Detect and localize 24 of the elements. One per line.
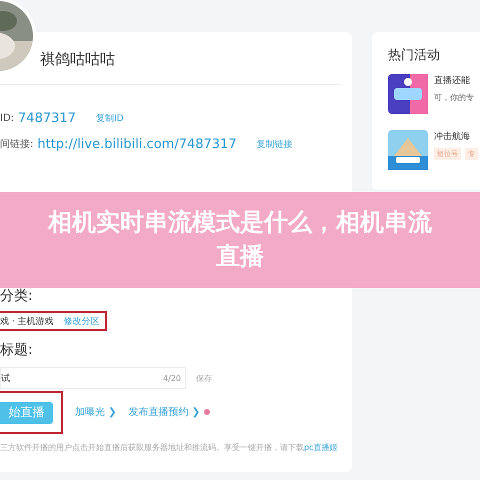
field-value: 7487317 [18, 110, 76, 126]
download-link[interactable]: pc直播姬 [304, 442, 338, 452]
copy-link[interactable]: 复制ID [96, 112, 124, 124]
field-label: 间链接: [0, 138, 34, 151]
panel-title: 热门活动 [388, 47, 441, 64]
notification-dot [204, 409, 210, 416]
field-value: http://live.bilibili.com/7487317 [37, 136, 237, 152]
action-link[interactable]: 加曝光 ❯ [75, 405, 117, 420]
user-name: 祺鸽咕咕咕 [40, 50, 116, 70]
copy-link[interactable]: 复制链接 [256, 138, 293, 150]
footnote: 三方软件开播的用户点击开始直播后获取服务器地址和推流码。享受一键开播，请下载pc直播姬 [0, 442, 338, 452]
activity-title[interactable]: 冲击航海 [434, 130, 478, 143]
section-label: 标题: [0, 341, 34, 360]
category-value: 戏 · 主机游戏 [0, 316, 54, 328]
save-link[interactable]: 保存 [196, 372, 212, 384]
title-field[interactable]: 试 4/20 [0, 367, 186, 389]
section-label: 分类: [0, 287, 34, 306]
field-label: ID: [0, 112, 14, 124]
banner-title: 相机实时串流模式是什么，相机串流直播 [46, 207, 433, 272]
change-category-link[interactable]: 修改分区 [64, 314, 100, 328]
activity-description: 可，你的专 [434, 92, 474, 103]
action-link[interactable]: 发布直播预约 ❯ [128, 405, 200, 420]
activity-title[interactable]: 直播还能 [434, 74, 474, 87]
start-live-button[interactable]: 始直播 [0, 402, 53, 424]
